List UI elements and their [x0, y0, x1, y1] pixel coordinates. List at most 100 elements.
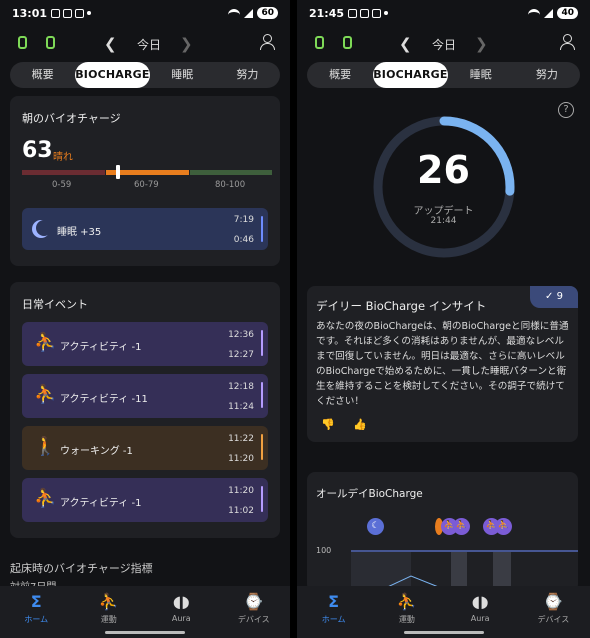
watch-icon[interactable]: [46, 36, 55, 49]
home-indicator: [403, 631, 484, 634]
sleep-moon-icon: [36, 220, 52, 236]
time-bottom: 11:02: [228, 506, 254, 516]
thumbs-down-icon[interactable]: 👎: [321, 418, 335, 431]
nav-device[interactable]: ⌚ デバイス: [517, 586, 590, 638]
card-title: 朝のバイオチャージ: [22, 112, 121, 125]
morning-biocharge-card[interactable]: 朝のバイオチャージ 63 晴れ 0-59 60-79 80-100 睡眠 +35…: [10, 96, 280, 266]
time-range-line: [261, 382, 263, 408]
device-icon: ⌚: [243, 592, 264, 611]
chevron-right-icon[interactable]: ❯: [180, 35, 193, 53]
tab-strain[interactable]: 努力: [215, 62, 280, 88]
biocharge-value: 26: [417, 148, 470, 192]
profile-icon[interactable]: [260, 34, 275, 50]
insight-body: あなたの夜のBioChargeは、朝のBioChargeと同様に普通です。それほ…: [316, 321, 569, 407]
status-time: 13:01: [12, 6, 48, 20]
wake-biocharge-title: 起床時のバイオチャージ指標: [10, 562, 153, 575]
activity-icon: ⛹: [34, 488, 57, 509]
update-time: 21:44: [430, 216, 457, 226]
chevron-left-icon[interactable]: ❮: [104, 35, 117, 53]
top-header: ❮ 今日 ❯: [0, 30, 290, 56]
notification-icons: [51, 8, 92, 18]
biocharge-value: 63: [22, 138, 53, 163]
check-icon: ✓: [545, 291, 557, 302]
activity-icon: ⛹: [34, 384, 57, 405]
tab-bar: 概要 BIOCHARGE 睡眠 努力: [10, 62, 280, 88]
status-bar: 21:45 40: [297, 0, 590, 26]
top-header: ❮ 今日 ❯: [297, 30, 590, 56]
biocharge-grade: 晴れ: [53, 152, 73, 163]
event-label: アクティビティ -11: [60, 394, 148, 405]
tab-biocharge[interactable]: BIOCHARGE: [75, 62, 150, 88]
sleep-chip-icon[interactable]: ☾: [367, 518, 384, 535]
time-top: 12:36: [228, 330, 254, 340]
time-bottom: 11:20: [228, 454, 254, 464]
insight-badge[interactable]: ✓ 9: [530, 286, 578, 308]
sleep-row[interactable]: 睡眠 +35 7:19 0:46: [22, 208, 268, 250]
date-label: 今日: [432, 38, 457, 52]
bottom-nav: Σ ホーム ⛹ 運動 ◖◗ Aura ⌚ デバイス: [297, 586, 590, 638]
watch-icon[interactable]: [18, 36, 27, 49]
insight-card[interactable]: デイリー BioCharge インサイト ✓ 9 あなたの夜のBioCharge…: [307, 286, 578, 442]
activity-icon: ⛹: [34, 332, 57, 353]
battery-icon: 40: [557, 7, 578, 19]
time-bottom: 12:27: [228, 350, 254, 360]
range-label: 80-100: [215, 180, 246, 190]
range-label: 60-79: [134, 180, 159, 190]
time-top: 11:20: [228, 486, 254, 496]
profile-icon[interactable]: [560, 34, 575, 50]
help-icon[interactable]: ?: [558, 102, 574, 118]
tab-sleep[interactable]: 睡眠: [150, 62, 215, 88]
allday-biocharge-card[interactable]: オールデイBioCharge ☾ ⛹ ⛹ ⛹ ⛹ 100: [307, 472, 578, 592]
update-label: アップデート: [413, 206, 474, 217]
nav-device[interactable]: ⌚ デバイス: [218, 586, 291, 638]
signal-icon: [544, 8, 554, 18]
chevron-right-icon[interactable]: ❯: [475, 35, 488, 53]
time-top: 11:22: [228, 434, 254, 444]
activity-chip-icon[interactable]: ⛹: [453, 518, 470, 535]
home-icon: Σ: [328, 592, 340, 611]
tab-bar: 概要 BIOCHARGE 睡眠 努力: [307, 62, 580, 88]
tab-sleep[interactable]: 睡眠: [448, 62, 514, 88]
aura-icon: ◖◗: [172, 592, 190, 611]
y-axis-label: 100: [316, 546, 332, 555]
activity-chip-icon[interactable]: ⛹: [495, 518, 512, 535]
event-row[interactable]: ⛹ アクティビティ -11 12:18 11:24: [22, 374, 268, 418]
time-bottom: 0:46: [233, 235, 254, 245]
home-indicator: [105, 631, 185, 634]
home-icon: Σ: [30, 592, 42, 611]
left-screen: 13:01 60 ❮ 今日 ❯ 概要 BIOCHARGE 睡眠 努力 朝のバイオ…: [0, 0, 290, 638]
tab-overview[interactable]: 概要: [10, 62, 75, 88]
notification-icons: [348, 8, 389, 18]
event-label: アクティビティ -1: [60, 342, 142, 353]
time-range-line: [261, 434, 263, 460]
card-title: オールデイBioCharge: [316, 488, 423, 500]
watch-icon[interactable]: [343, 36, 352, 49]
watch-icon[interactable]: [315, 36, 324, 49]
event-row[interactable]: ⛹ アクティビティ -1 11:20 11:02: [22, 478, 268, 522]
event-label: ウォーキング -1: [60, 446, 133, 457]
range-label: 0-59: [52, 180, 72, 190]
walking-icon: 🚶: [34, 436, 57, 457]
wifi-icon: [528, 8, 541, 18]
tab-biocharge[interactable]: BIOCHARGE: [373, 62, 448, 88]
tab-strain[interactable]: 努力: [514, 62, 580, 88]
daily-events-card: 日常イベント ⛹ アクティビティ -1 12:36 12:27 ⛹ アクティビティ -11…: [10, 282, 280, 538]
event-row[interactable]: ⛹ アクティビティ -1 12:36 12:27: [22, 322, 268, 366]
time-top: 12:18: [228, 382, 254, 392]
wifi-icon: [228, 8, 241, 18]
chevron-left-icon[interactable]: ❮: [399, 35, 412, 53]
signal-icon: [244, 8, 254, 18]
thumbs-up-icon[interactable]: 👍: [353, 418, 367, 431]
event-row[interactable]: 🚶 ウォーキング -1 11:22 11:20: [22, 426, 268, 470]
event-label: アクティビティ -1: [60, 498, 142, 509]
nav-home[interactable]: Σ ホーム: [297, 586, 370, 638]
card-title: 日常イベント: [22, 298, 88, 311]
tab-overview[interactable]: 概要: [307, 62, 373, 88]
sleep-label: 睡眠 +35: [57, 227, 102, 238]
time-range-line: [261, 330, 263, 356]
nav-home[interactable]: Σ ホーム: [0, 586, 73, 638]
battery-icon: 60: [257, 7, 278, 19]
range-bar-low: [22, 170, 105, 175]
time-range-line: [261, 486, 263, 512]
biocharge-marker: [116, 165, 120, 179]
